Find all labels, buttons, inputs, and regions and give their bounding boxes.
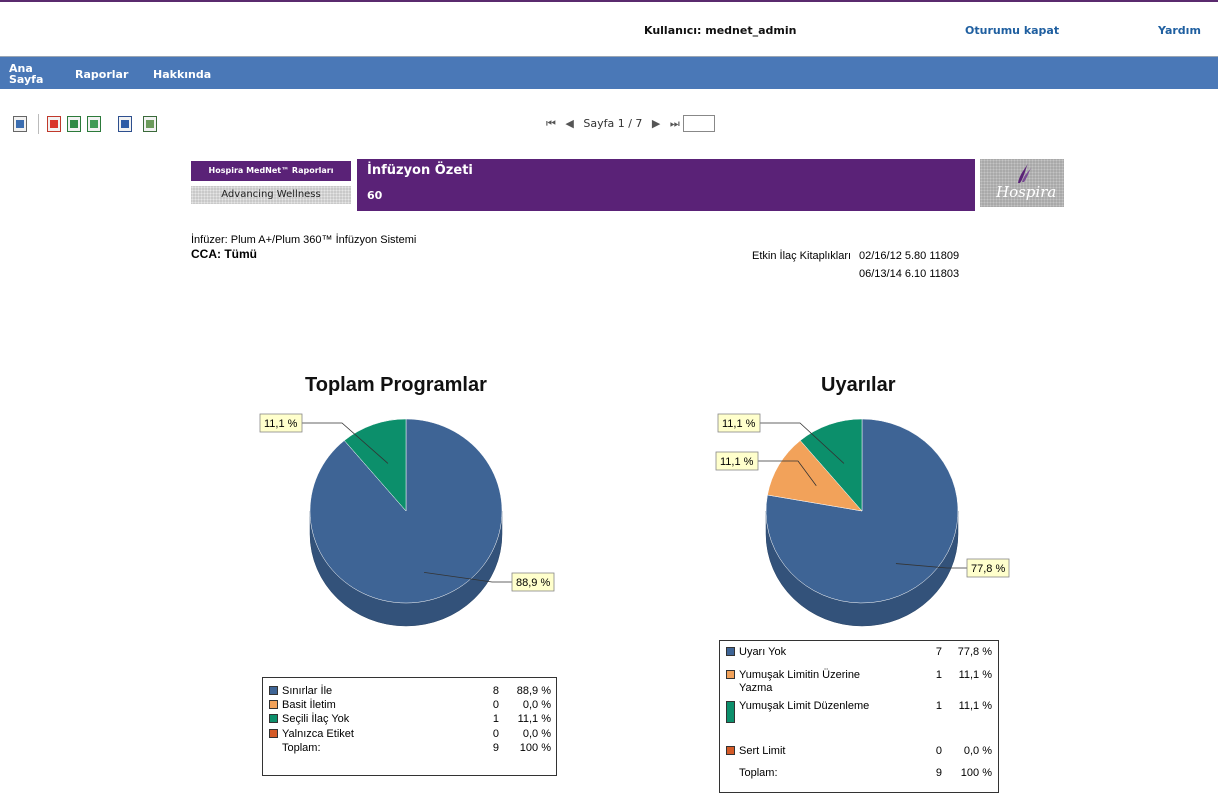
legend-label: Yalnızca Etiket — [282, 728, 354, 740]
legend-percent: 11,1 % — [517, 713, 551, 725]
legend-count: 7 — [935, 646, 942, 658]
legend-percent: 0,0 % — [522, 699, 551, 711]
legend-percent: 0,0 % — [522, 728, 551, 740]
legend-total-count: 9 — [492, 742, 499, 754]
legend-total-percent: 100 % — [519, 742, 551, 754]
legend-count: 1 — [935, 669, 942, 681]
legend-swatch — [269, 700, 278, 709]
data-label: 11,1 % — [722, 418, 756, 430]
legend-total-percent: 100 % — [960, 767, 992, 779]
legend-percent: 11,1 % — [958, 700, 992, 712]
legend-swatch — [269, 729, 278, 738]
legend-count: 1 — [935, 700, 942, 712]
legend-label: Yumuşak Limit Düzenleme — [739, 700, 870, 712]
legend-programs: Sınırlar İle 8 88,9 % Basit İletim 0 0,0… — [262, 677, 557, 776]
legend-percent: 0,0 % — [963, 745, 992, 757]
data-label: 77,8 % — [971, 563, 1005, 575]
legend-total-label: Toplam: — [739, 767, 778, 779]
legend-label: Seçili İlaç Yok — [282, 713, 350, 725]
legend-label: Sınırlar İle — [282, 685, 333, 697]
legend-count: 8 — [492, 685, 499, 697]
legend-swatch — [726, 670, 735, 679]
legend-total-label: Toplam: — [282, 742, 321, 754]
legend-label: Sert Limit — [739, 745, 786, 757]
legend-swatch — [726, 647, 735, 656]
data-label: 88,9 % — [516, 577, 550, 589]
legend-swatch — [269, 686, 278, 695]
pie-charts: 88,9 % 11,1 % 77,8 % 11,1 % 11,1 % — [259, 413, 1010, 627]
legend-swatch — [726, 701, 735, 723]
legend-label: Uyarı Yok — [739, 646, 787, 658]
data-label: 11,1 % — [264, 418, 298, 430]
legend-count: 1 — [492, 713, 499, 725]
legend-percent: 88,9 % — [516, 685, 551, 697]
legend-count: 0 — [492, 728, 499, 740]
legend-swatch — [269, 714, 278, 723]
legend-count: 0 — [492, 699, 499, 711]
pie-chart-alerts: 77,8 % 11,1 % 11,1 % — [715, 413, 1010, 627]
legend-alerts: Uyarı Yok 7 77,8 % Yumuşak Limitin Üzeri… — [719, 640, 999, 793]
legend-total-count: 9 — [935, 767, 942, 779]
legend-count: 0 — [935, 745, 942, 757]
pie-chart-programs: 88,9 % 11,1 % — [259, 413, 555, 627]
legend-percent: 77,8 % — [957, 646, 992, 658]
legend-swatch — [726, 746, 735, 755]
data-label: 11,1 % — [720, 456, 754, 468]
legend-label: Yumuşak Limitin Üzerine Yazma — [739, 669, 861, 694]
legend-label: Basit İletim — [282, 699, 336, 711]
legend-percent: 11,1 % — [958, 669, 992, 681]
